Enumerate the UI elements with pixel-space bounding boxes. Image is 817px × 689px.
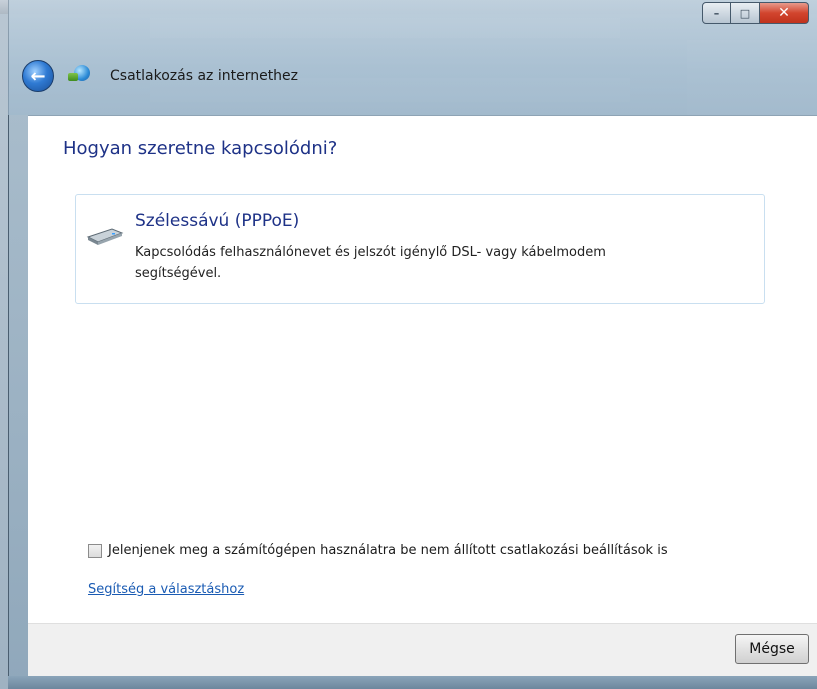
option-title: Szélessávú (PPPoE) (135, 211, 300, 231)
broadband-pppoe-option[interactable]: Szélessávú (PPPoE) Kapcsolódás felhaszná… (75, 194, 765, 304)
close-icon: ✕ (778, 5, 790, 21)
window-bottom-border (8, 676, 817, 689)
modem-icon (86, 225, 124, 247)
close-button[interactable]: ✕ (760, 2, 809, 24)
maximize-button[interactable]: □ (731, 2, 760, 24)
navigation-bar: ← Csatlakozás az internethez (22, 58, 298, 94)
plug-shape (68, 73, 78, 81)
minimize-button[interactable]: – (702, 2, 731, 24)
show-unconfigured-checkbox[interactable] (88, 543, 102, 558)
cancel-button[interactable]: Mégse (735, 634, 809, 664)
page-heading: Hogyan szeretne kapcsolódni? (63, 138, 338, 159)
back-button[interactable]: ← (22, 60, 54, 92)
network-globe-icon (66, 63, 92, 89)
back-arrow-icon: ← (30, 65, 46, 87)
minimize-icon: – (713, 6, 720, 20)
wizard-footer: Mégse (28, 623, 817, 676)
wizard-content: Hogyan szeretne kapcsolódni? Szélessávú … (28, 115, 817, 623)
help-choosing-link[interactable]: Segítség a választáshoz (88, 582, 244, 597)
window-controls: – □ ✕ (702, 2, 809, 28)
maximize-icon: □ (739, 6, 751, 20)
show-unconfigured-label[interactable]: Jelenjenek meg a számítógépen használatr… (108, 543, 668, 558)
show-unconfigured-row[interactable]: Jelenjenek meg a számítógépen használatr… (88, 543, 668, 558)
wizard-title: Csatlakozás az internethez (110, 68, 299, 84)
option-description: Kapcsolódás felhasználónevet és jelszót … (135, 245, 606, 281)
